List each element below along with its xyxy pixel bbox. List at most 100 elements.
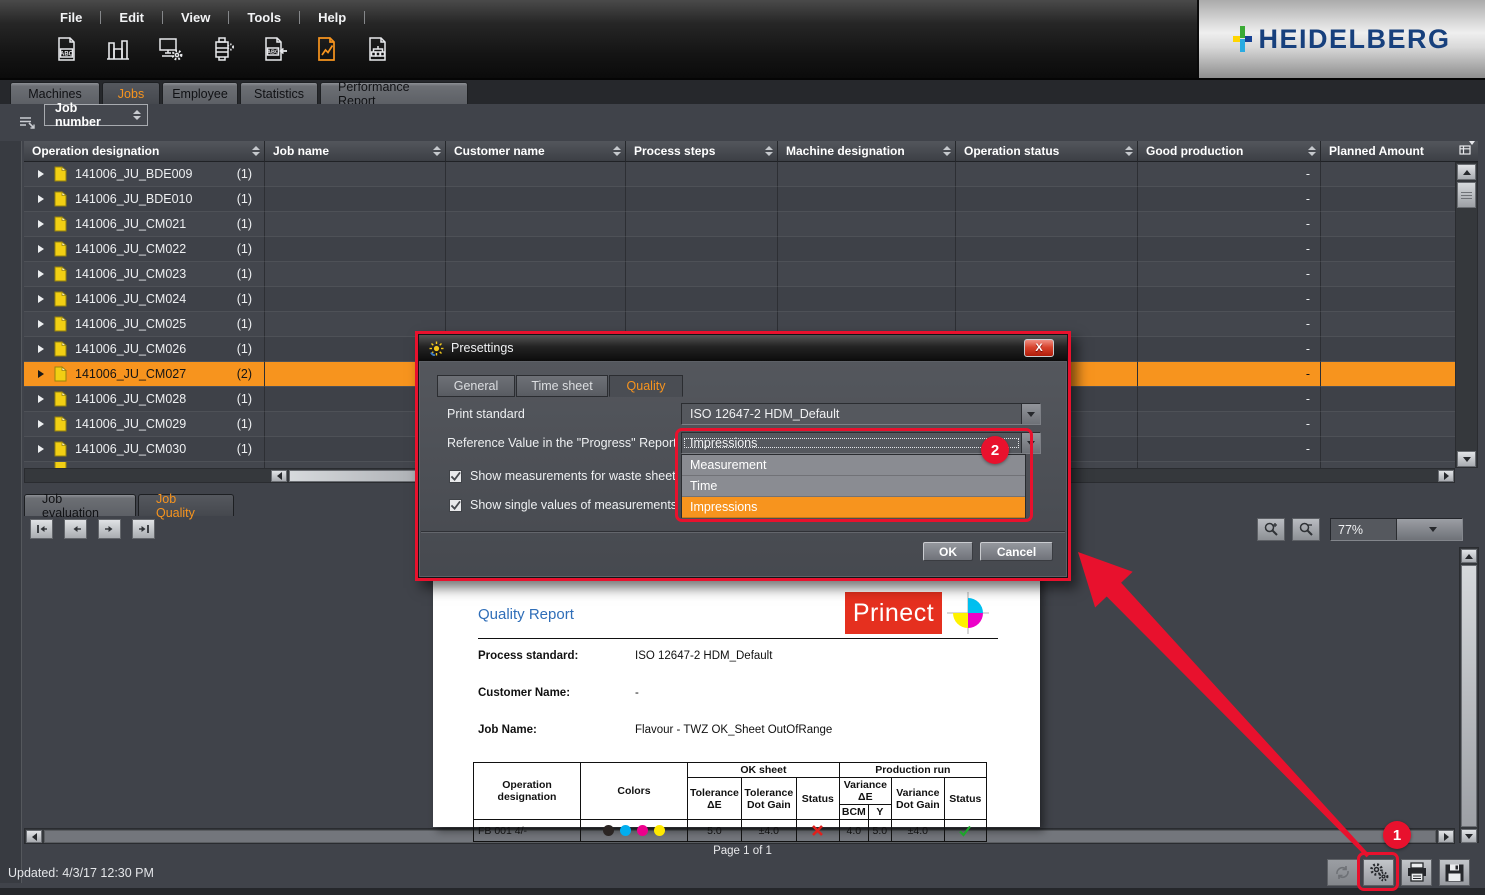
dropdown-option[interactable]: Measurement [682, 455, 1025, 476]
dialog-tab-quality[interactable]: Quality [609, 375, 683, 397]
menu-view[interactable]: View [163, 8, 228, 27]
tab-employee[interactable]: Employee [162, 82, 238, 104]
scroll-right-button[interactable] [1438, 470, 1454, 482]
machine-icon[interactable] [206, 33, 238, 65]
scroll-right-button[interactable] [1438, 830, 1454, 843]
ok-button[interactable]: OK [923, 542, 973, 561]
table-settings-icon[interactable] [1455, 141, 1478, 162]
presettings-gears-button[interactable] [1363, 859, 1394, 886]
table-row[interactable]: 141006_JU_CM023(1)- [24, 262, 1455, 287]
save-button[interactable] [1439, 859, 1470, 886]
system-settings-icon[interactable] [154, 33, 186, 65]
chevron-down-icon[interactable] [1396, 519, 1462, 540]
scroll-up-button[interactable] [1457, 164, 1476, 180]
expand-arrow-icon[interactable] [38, 370, 44, 378]
print-standard-dropdown[interactable]: ISO 12647-2 HDM_Default [681, 403, 1041, 425]
print-volume-icon[interactable] [102, 33, 134, 65]
column-header-good-production[interactable]: Good production [1138, 141, 1321, 162]
last-page-button[interactable] [132, 519, 155, 539]
sort-icon[interactable] [252, 146, 260, 156]
refresh-button[interactable] [1327, 859, 1358, 886]
scroll-down-button[interactable] [1461, 829, 1477, 843]
sort-icon[interactable] [1308, 146, 1316, 156]
annotation-step-2: 2 [981, 436, 1009, 464]
expand-arrow-icon[interactable] [38, 320, 44, 328]
reference-dropdown-list[interactable]: MeasurementTimeImpressions [681, 454, 1026, 518]
tab-job-evaluation[interactable]: Job evaluation [24, 494, 136, 516]
tab-statistics[interactable]: Statistics [240, 82, 318, 104]
expand-arrow-icon[interactable] [38, 295, 44, 303]
table-row[interactable]: 141006_JU_CM024(1)- [24, 287, 1455, 312]
zoom-out-button[interactable] [1292, 518, 1320, 541]
column-header-operation-status[interactable]: Operation status [956, 141, 1138, 162]
expand-arrow-icon[interactable] [38, 420, 44, 428]
job-import-icon[interactable]: ABC [258, 33, 290, 65]
sort-field-selector[interactable]: Job number [44, 104, 148, 126]
table-row[interactable]: 141006_JU_CM021(1)- [24, 212, 1455, 237]
sort-icon[interactable] [433, 146, 441, 156]
scroll-left-button[interactable] [26, 830, 42, 843]
chevron-down-icon[interactable] [1021, 433, 1040, 453]
table-v-scrollbar[interactable] [1455, 162, 1478, 468]
expand-arrow-icon[interactable] [38, 170, 44, 178]
menu-file[interactable]: File [42, 8, 100, 27]
dropdown-option[interactable]: Impressions [682, 497, 1025, 518]
close-icon[interactable]: X [1024, 339, 1054, 357]
checkbox-checked-icon[interactable] [449, 499, 462, 512]
column-header-job-name[interactable]: Job name [265, 141, 446, 162]
menu-edit[interactable]: Edit [101, 8, 162, 27]
dialog-tab-time-sheet[interactable]: Time sheet [516, 375, 608, 397]
table-row[interactable]: 141006_JU_BDE009(1)- [24, 162, 1455, 187]
spinner-arrows-icon[interactable] [133, 110, 141, 120]
expand-arrow-icon[interactable] [38, 345, 44, 353]
v-scroll-thumb[interactable] [1457, 182, 1476, 208]
job-count-label: (1) [237, 217, 264, 231]
preview-v-scrollbar[interactable] [1459, 547, 1479, 843]
zoom-level-dropdown[interactable]: 77% [1330, 518, 1463, 541]
sort-icon[interactable] [1125, 146, 1133, 156]
column-header-machine-designation[interactable]: Machine designation [778, 141, 956, 162]
checkbox-checked-icon[interactable] [449, 470, 462, 483]
expand-arrow-icon[interactable] [38, 245, 44, 253]
tab-job-quality[interactable]: Job Quality [138, 494, 234, 516]
report-chart-icon[interactable] [310, 33, 342, 65]
scroll-up-button[interactable] [1461, 549, 1477, 563]
waste-sheet-checkbox[interactable]: Show measurements for waste sheet [449, 469, 676, 483]
sort-icon[interactable] [765, 146, 773, 156]
tab-performance-report[interactable]: Performance Report [320, 82, 468, 104]
job-list-icon[interactable]: ABC [50, 33, 82, 65]
print-button[interactable] [1401, 859, 1432, 886]
expand-arrow-icon[interactable] [38, 395, 44, 403]
first-page-button[interactable] [30, 519, 53, 539]
column-header-customer-name[interactable]: Customer name [446, 141, 626, 162]
dropdown-option[interactable]: Time [682, 476, 1025, 497]
zoom-in-button[interactable] [1257, 518, 1285, 541]
expand-arrow-icon[interactable] [38, 220, 44, 228]
column-header-process-steps[interactable]: Process steps [626, 141, 778, 162]
table-row[interactable]: 141006_JU_BDE010(1)- [24, 187, 1455, 212]
expand-arrow-icon[interactable] [38, 445, 44, 453]
job-count-label: (1) [237, 317, 264, 331]
cancel-button[interactable]: Cancel [980, 542, 1053, 561]
expand-arrow-icon[interactable] [38, 195, 44, 203]
v-scroll-thumb[interactable] [1461, 565, 1477, 827]
good-production-value: - [1306, 242, 1310, 256]
column-config-icon[interactable] [18, 115, 37, 130]
expand-arrow-icon[interactable] [38, 270, 44, 278]
column-header-planned-amount[interactable]: Planned Amount [1321, 141, 1455, 162]
column-header-operation-designation[interactable]: Operation designation [24, 141, 265, 162]
previous-page-button[interactable] [64, 519, 87, 539]
dialog-tab-general[interactable]: General [437, 375, 515, 397]
process-network-icon[interactable] [362, 33, 394, 65]
single-values-checkbox[interactable]: Show single values of measurements [449, 498, 677, 512]
scroll-left-button[interactable] [271, 470, 287, 482]
dialog-title-bar[interactable]: Presettings X [419, 335, 1067, 361]
table-row[interactable]: 141006_JU_CM022(1)- [24, 237, 1455, 262]
menu-tools[interactable]: Tools [229, 8, 299, 27]
chevron-down-icon[interactable] [1021, 404, 1040, 424]
sort-icon[interactable] [613, 146, 621, 156]
menu-help[interactable]: Help [300, 8, 364, 27]
scroll-down-button[interactable] [1457, 451, 1476, 467]
sort-icon[interactable] [943, 146, 951, 156]
next-page-button[interactable] [98, 519, 121, 539]
